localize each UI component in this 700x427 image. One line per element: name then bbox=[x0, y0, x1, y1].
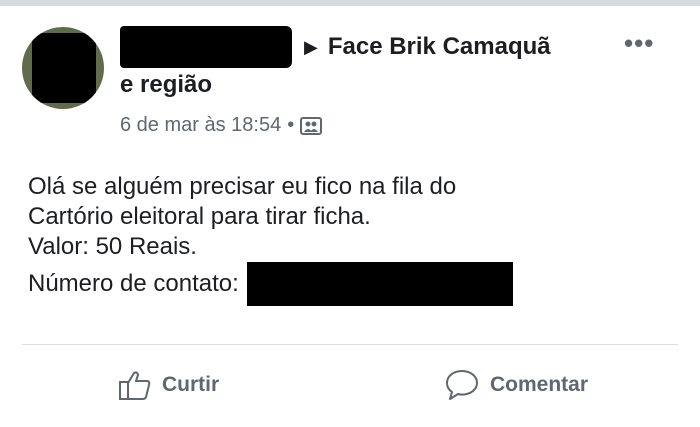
group-name-continuation[interactable]: e região bbox=[120, 70, 630, 100]
divider bbox=[22, 344, 678, 345]
thumbs-up-icon bbox=[119, 371, 151, 400]
speech-bubble-icon bbox=[446, 370, 478, 400]
post-text-line: Cartório eleitoral para tirar ficha. bbox=[28, 203, 371, 230]
post-title-line: ▶ Face Brik Camaquã bbox=[120, 26, 630, 68]
like-label: Curtir bbox=[162, 373, 220, 396]
comment-label: Comentar bbox=[490, 373, 589, 396]
contact-number-redaction bbox=[246, 262, 513, 306]
more-options-icon[interactable]: ••• bbox=[624, 30, 654, 56]
post-text-line: Olá se alguém precisar eu fico na fila d… bbox=[28, 173, 457, 200]
post-meta: 6 de mar às 18:54 • bbox=[120, 114, 323, 137]
group-name[interactable]: Face Brik Camaquã bbox=[328, 33, 551, 61]
group-audience-icon bbox=[300, 116, 323, 136]
action-bar: Curtir Comentar bbox=[0, 358, 700, 414]
like-button[interactable]: Curtir bbox=[118, 368, 219, 402]
avatar[interactable] bbox=[22, 27, 104, 109]
post-body: Olá se alguém precisar eu fico na fila d… bbox=[28, 172, 513, 306]
post-header: ▶ Face Brik Camaquã e região bbox=[120, 26, 630, 100]
post-text-line: Valor: 50 Reais. bbox=[28, 233, 197, 260]
avatar-redaction bbox=[32, 33, 96, 103]
author-name-redaction[interactable] bbox=[120, 26, 292, 68]
meta-separator: • bbox=[287, 114, 295, 136]
contact-line: Número de contato: bbox=[28, 262, 513, 306]
post-text-line: Número de contato: bbox=[28, 270, 239, 297]
top-border bbox=[0, 0, 700, 6]
comment-button[interactable]: Comentar bbox=[444, 368, 588, 402]
post-timestamp[interactable]: 6 de mar às 18:54 bbox=[120, 114, 281, 137]
right-triangle-icon: ▶ bbox=[304, 36, 318, 57]
